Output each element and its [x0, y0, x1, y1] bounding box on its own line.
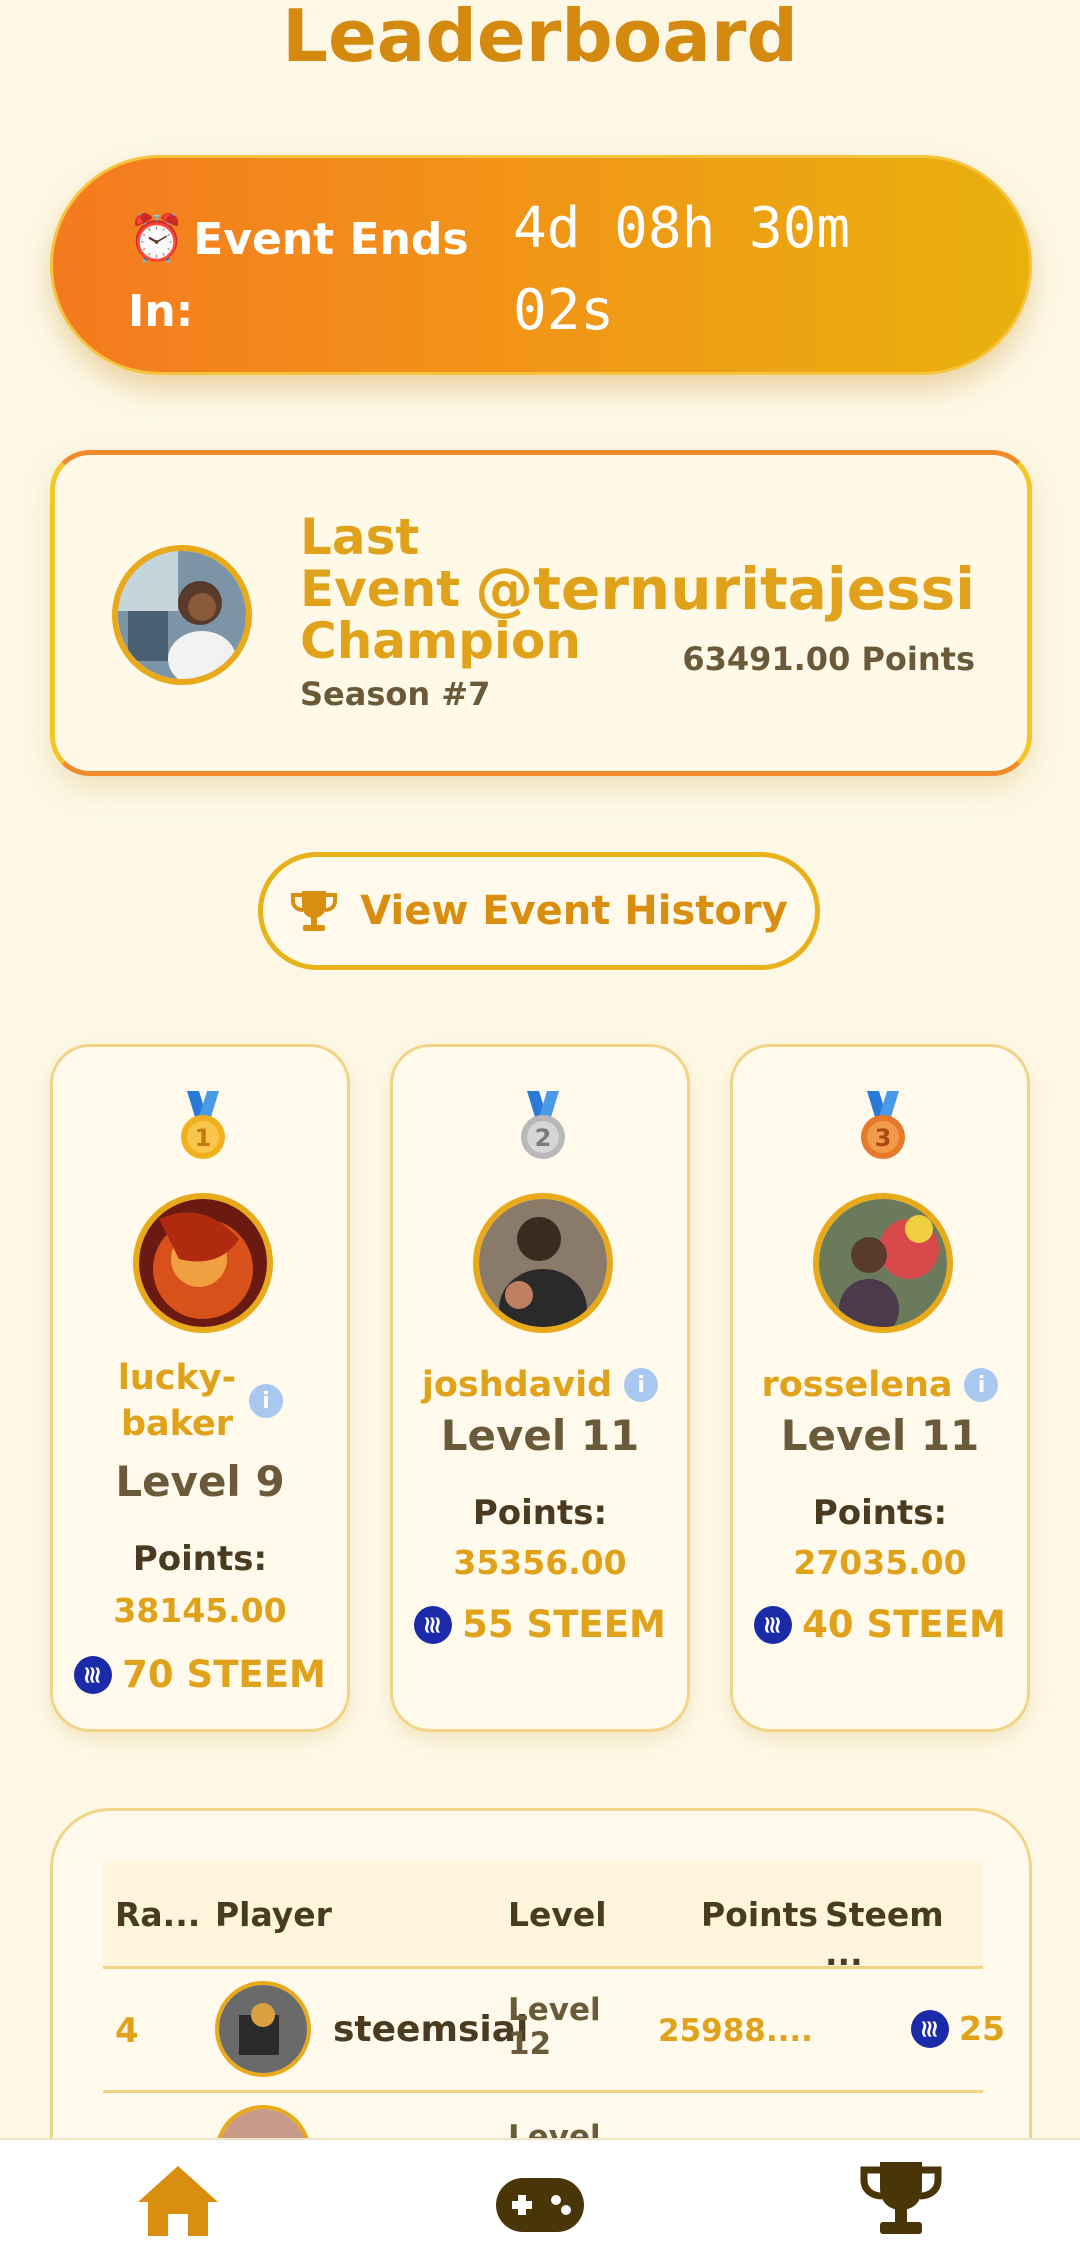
silver-medal-icon: 2 [521, 1091, 565, 1159]
podium-card-1[interactable]: 1 lucky-baker i Level 9 Points: 38145.00… [50, 1044, 350, 1732]
player-points: 35356.00 [453, 1543, 627, 1582]
reward-amount: 40 STEEM [802, 1603, 1006, 1646]
row-steem: 25 [911, 2009, 1005, 2048]
champion-avatar[interactable] [112, 545, 252, 685]
row-level: Level 12 [508, 1992, 601, 2062]
info-icon[interactable]: i [624, 1368, 659, 1402]
player-reward: 55 STEEM [393, 1603, 687, 1646]
player-name-row: joshdavid i [393, 1365, 687, 1405]
champion-season: Season #7 [300, 675, 491, 713]
gold-medal-icon: 1 [181, 1091, 225, 1159]
player-avatar[interactable] [813, 1193, 953, 1333]
player-level: Level 11 [440, 1411, 640, 1460]
page-title: Leaderboard [282, 0, 798, 78]
champion-name[interactable]: @ternuritajessi [475, 555, 975, 623]
player-name[interactable]: joshdavid [422, 1365, 612, 1405]
trophy-icon [860, 2162, 942, 2234]
nav-home[interactable] [136, 2164, 220, 2242]
info-icon[interactable]: i [964, 1368, 999, 1402]
reward-amount: 70 STEEM [122, 1653, 326, 1696]
player-avatar[interactable] [215, 1981, 311, 2077]
player-level: Level 11 [780, 1411, 980, 1460]
svg-text:3: 3 [875, 1124, 892, 1152]
column-header-steem[interactable]: Steem ... [825, 1895, 983, 1973]
alarm-clock-icon: ⏰ [128, 211, 186, 265]
row-steem-value: 25 [959, 2009, 1005, 2048]
player-reward: 40 STEEM [733, 1603, 1027, 1646]
steem-icon [911, 2009, 949, 2048]
player-points: 27035.00 [793, 1543, 967, 1582]
champion-card: Last Event Champion Season #7 @ternurita… [50, 450, 1032, 776]
podium-card-3[interactable]: 3 rosselena i Level 11 Points: 27035.00 … [730, 1044, 1030, 1732]
row-points: 25988.... [658, 2013, 813, 2049]
steem-icon [754, 1605, 793, 1644]
table-header: Ra... Player Level Points Steem ... [103, 1861, 983, 1973]
bottom-navigation [0, 2138, 1080, 2260]
player-avatar[interactable] [473, 1193, 613, 1333]
column-header-player[interactable]: Player [215, 1895, 332, 1934]
timer-countdown: 4d 08h 30m 02s [513, 196, 851, 343]
player-level: Level 9 [115, 1457, 285, 1506]
view-event-history-label: View Event History [360, 888, 788, 934]
trophy-icon [291, 891, 338, 931]
steem-icon [74, 1655, 113, 1694]
svg-text:2: 2 [535, 1124, 552, 1152]
gamepad-icon [496, 2178, 584, 2232]
event-timer: ⏰ Event Ends In: 4d 08h 30m 02s [50, 155, 1032, 375]
svg-text:1: 1 [195, 1124, 212, 1152]
player-points: 38145.00 [113, 1591, 287, 1630]
podium-card-2[interactable]: 2 joshdavid i Level 11 Points: 35356.00 … [390, 1044, 690, 1732]
column-header-level[interactable]: Level [508, 1895, 607, 1934]
row-rank: 4 [115, 2011, 139, 2051]
row-player-name[interactable]: steemsial [333, 2009, 528, 2050]
nav-leaderboard[interactable] [858, 2160, 944, 2242]
nav-games[interactable] [494, 2176, 586, 2238]
column-header-points[interactable]: Points [701, 1895, 818, 1934]
view-event-history-button[interactable]: View Event History [258, 852, 820, 970]
steem-icon [414, 1605, 453, 1644]
table-row[interactable]: 4 steemsial Level 12 25988.... 25 [103, 1969, 1005, 2093]
home-icon [138, 2166, 218, 2236]
column-header-rank[interactable]: Ra... [115, 1895, 200, 1934]
player-avatar[interactable] [133, 1193, 273, 1333]
timer-label: ⏰ Event Ends In: [128, 202, 488, 348]
points-label: Points: [812, 1493, 948, 1533]
player-name[interactable]: lucky-baker [117, 1355, 237, 1447]
player-name-row: lucky-baker i [53, 1355, 347, 1447]
player-name[interactable]: rosselena [762, 1365, 953, 1405]
champion-points: 63491.00 Points [682, 640, 975, 678]
info-icon[interactable]: i [249, 1384, 283, 1418]
player-reward: 70 STEEM [53, 1653, 347, 1696]
points-label: Points: [132, 1539, 268, 1579]
player-name-row: rosselena i [733, 1365, 1027, 1405]
reward-amount: 55 STEEM [462, 1603, 666, 1646]
points-label: Points: [472, 1493, 608, 1533]
bronze-medal-icon: 3 [861, 1091, 905, 1159]
